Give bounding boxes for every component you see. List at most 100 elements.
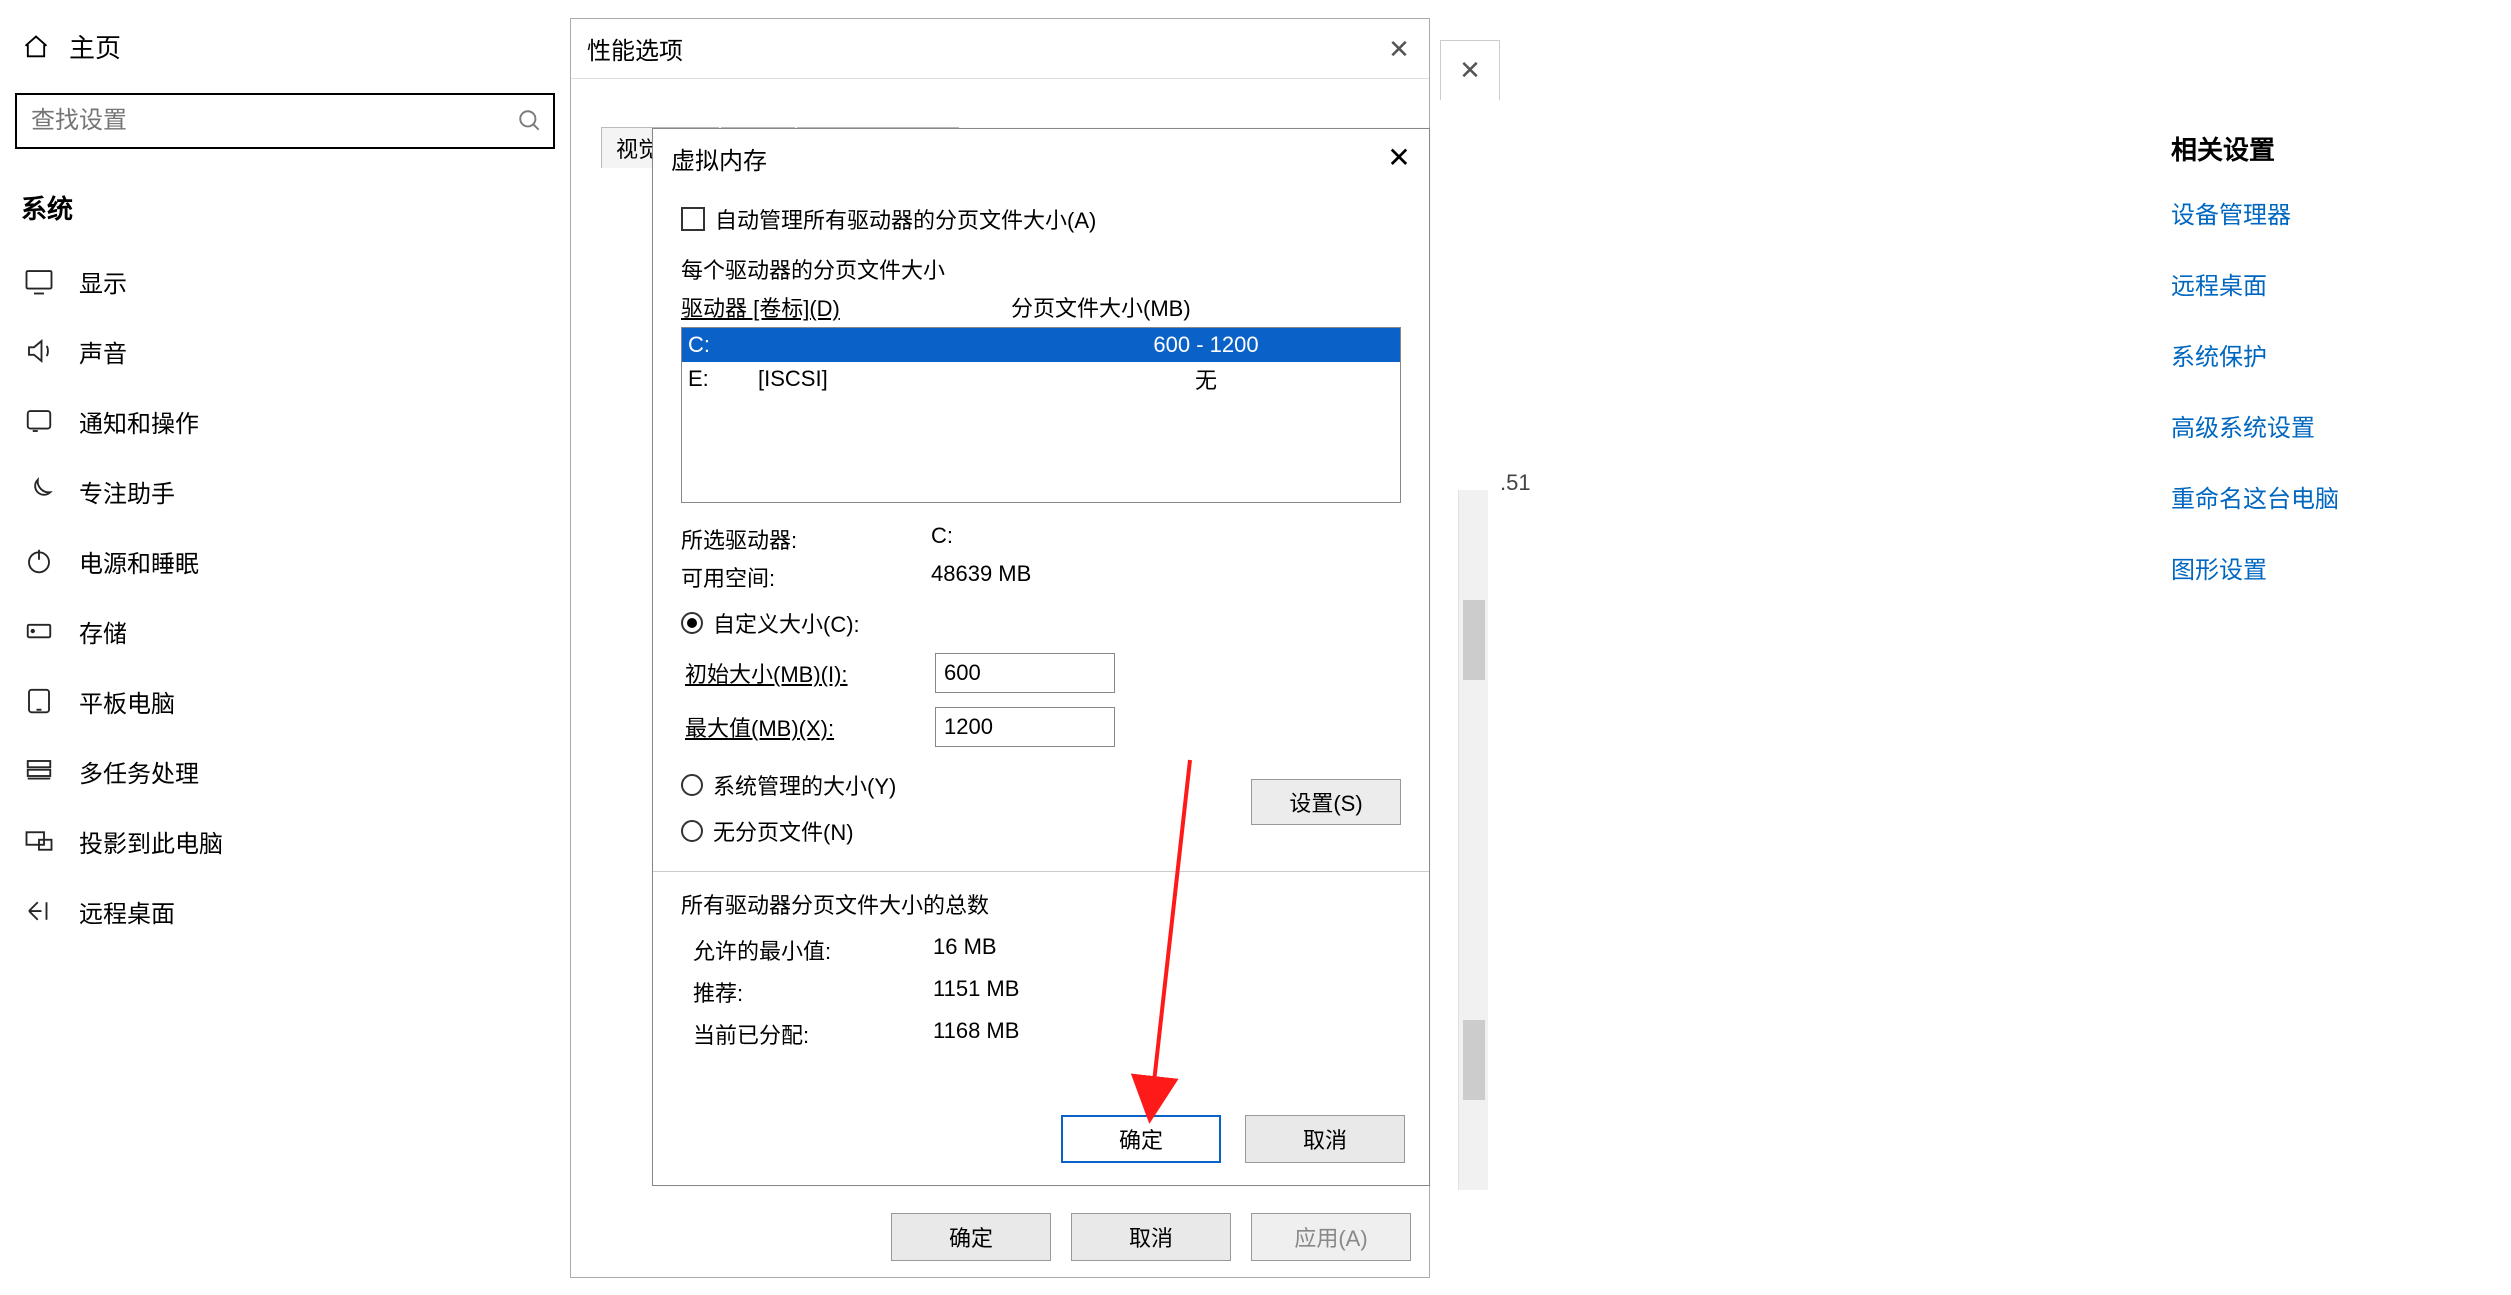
nav-label: 显示: [79, 264, 127, 299]
selected-drive-label: 所选驱动器:: [681, 523, 931, 555]
nav-storage[interactable]: 存储: [15, 596, 555, 666]
home-label: 主页: [69, 28, 121, 65]
drive-letter: C:: [688, 332, 758, 358]
virtual-memory-dialog: 虚拟内存 ✕ 自动管理所有驱动器的分页文件大小(A) 每个驱动器的分页文件大小 …: [652, 128, 1430, 1186]
display-icon: [21, 263, 57, 299]
link-system-protection[interactable]: 系统保护: [2171, 337, 2451, 372]
tablet-icon: [21, 683, 57, 719]
max-size-label: 最大值(MB)(X):: [685, 711, 923, 743]
selected-drive-block: 所选驱动器:C: 可用空间:48639 MB: [681, 523, 1401, 593]
nav-label: 声音: [79, 334, 127, 369]
home-nav[interactable]: 主页: [15, 20, 555, 83]
sound-icon: [21, 333, 57, 369]
scrollbar-stub[interactable]: [1458, 490, 1488, 1190]
radio-icon[interactable]: [681, 820, 703, 842]
radio-icon[interactable]: [681, 612, 703, 634]
nav-label: 多任务处理: [79, 754, 199, 789]
initial-size-label: 初始大小(MB)(I):: [685, 657, 923, 689]
drive-list[interactable]: C: 600 - 1200 E: [ISCSI] 无: [681, 327, 1401, 503]
perf-button-row: 确定 取消 应用(A): [891, 1213, 1411, 1261]
system-managed-radio[interactable]: 系统管理的大小(Y): [681, 769, 896, 801]
cur-label: 当前已分配:: [693, 1018, 933, 1050]
no-paging-radio[interactable]: 无分页文件(N): [681, 815, 896, 847]
drive-row-e[interactable]: E: [ISCSI] 无: [682, 362, 1400, 396]
project-icon: [21, 823, 57, 859]
no-paging-label: 无分页文件(N): [713, 815, 854, 847]
nav-label: 投影到此电脑: [79, 824, 223, 859]
custom-size-radio[interactable]: 自定义大小(C):: [681, 607, 1401, 639]
initial-size-input[interactable]: [935, 653, 1115, 693]
drive-row-c[interactable]: C: 600 - 1200: [682, 328, 1400, 362]
drive-letter: E:: [688, 366, 758, 392]
radio-icon[interactable]: [681, 774, 703, 796]
perf-cancel-button[interactable]: 取消: [1071, 1213, 1231, 1261]
nav-display[interactable]: 显示: [15, 246, 555, 316]
drive-list-header: 驱动器 [卷标](D) 分页文件大小(MB): [681, 291, 1401, 323]
link-remote-desktop[interactable]: 远程桌面: [2171, 266, 2451, 301]
link-advanced-system[interactable]: 高级系统设置: [2171, 408, 2451, 443]
system-window-close[interactable]: ✕: [1440, 40, 1500, 100]
home-icon: [21, 32, 51, 62]
vm-title-text: 虚拟内存: [671, 141, 767, 176]
totals-block: 所有驱动器分页文件大小的总数 允许的最小值:16 MB 推荐:1151 MB 当…: [681, 872, 1401, 1050]
storage-icon: [21, 613, 57, 649]
scroll-thumb[interactable]: [1463, 600, 1485, 680]
nav-list: 显示 声音 通知和操作 专注助手 电源和睡眠 存储 平板电脑 多任务处理: [15, 246, 555, 946]
perf-titlebar[interactable]: 性能选项 ✕: [571, 19, 1429, 79]
nav-multitask[interactable]: 多任务处理: [15, 736, 555, 806]
nav-label: 电源和睡眠: [79, 544, 199, 579]
link-rename-pc[interactable]: 重命名这台电脑: [2171, 479, 2451, 514]
close-icon[interactable]: ✕: [1379, 29, 1419, 69]
settings-sidebar: 主页 系统 显示 声音 通知和操作 专注助手 电源和睡眠 存储: [0, 0, 570, 1295]
perf-title-text: 性能选项: [587, 31, 683, 66]
nav-sound[interactable]: 声音: [15, 316, 555, 386]
nav-label: 专注助手: [79, 474, 175, 509]
nav-tablet[interactable]: 平板电脑: [15, 666, 555, 736]
link-device-manager[interactable]: 设备管理器: [2171, 195, 2451, 230]
notification-icon: [21, 403, 57, 439]
vm-ok-button[interactable]: 确定: [1061, 1115, 1221, 1163]
search-wrap: [15, 93, 555, 149]
drive-size: 无: [1018, 363, 1394, 395]
max-size-input[interactable]: [935, 707, 1115, 747]
rec-value: 1151 MB: [933, 976, 1019, 1008]
drive-volume: [ISCSI]: [758, 366, 1018, 392]
auto-manage-checkbox-row[interactable]: 自动管理所有驱动器的分页文件大小(A): [681, 199, 1401, 247]
nav-label: 平板电脑: [79, 684, 175, 719]
totals-heading: 所有驱动器分页文件大小的总数: [681, 888, 1401, 920]
nav-project[interactable]: 投影到此电脑: [15, 806, 555, 876]
scroll-thumb[interactable]: [1463, 1020, 1485, 1100]
perf-apply-button[interactable]: 应用(A): [1251, 1213, 1411, 1261]
auto-manage-label: 自动管理所有驱动器的分页文件大小(A): [715, 203, 1096, 235]
col-size: 分页文件大小(MB): [1011, 291, 1401, 323]
related-settings: 相关设置 设备管理器 远程桌面 系统保护 高级系统设置 重命名这台电脑 图形设置: [2171, 130, 2451, 621]
perf-ok-button[interactable]: 确定: [891, 1213, 1051, 1261]
cur-value: 1168 MB: [933, 1018, 1019, 1050]
search-icon: [517, 108, 543, 134]
vm-button-row: 确定 取消: [1061, 1115, 1405, 1163]
nav-focus[interactable]: 专注助手: [15, 456, 555, 526]
vm-cancel-button[interactable]: 取消: [1245, 1115, 1405, 1163]
moon-icon: [21, 473, 57, 509]
each-drive-label: 每个驱动器的分页文件大小: [681, 253, 1401, 285]
section-title: 系统: [15, 179, 555, 246]
min-label: 允许的最小值:: [693, 934, 933, 966]
initial-size-row: 初始大小(MB)(I):: [685, 653, 1401, 693]
related-heading: 相关设置: [2171, 130, 2451, 167]
search-input[interactable]: [15, 93, 555, 149]
nav-remote[interactable]: 远程桌面: [15, 876, 555, 946]
custom-size-label: 自定义大小(C):: [713, 607, 860, 639]
link-graphics-settings[interactable]: 图形设置: [2171, 550, 2451, 585]
set-button[interactable]: 设置(S): [1251, 779, 1401, 825]
checkbox-icon[interactable]: [681, 207, 705, 231]
vm-titlebar[interactable]: 虚拟内存 ✕: [653, 129, 1429, 187]
nav-notifications[interactable]: 通知和操作: [15, 386, 555, 456]
free-space-value: 48639 MB: [931, 561, 1031, 593]
col-drive: 驱动器 [卷标](D): [681, 291, 1011, 323]
rec-label: 推荐:: [693, 976, 933, 1008]
ip-fragment: .51: [1500, 470, 1531, 496]
multitask-icon: [21, 753, 57, 789]
nav-label: 远程桌面: [79, 894, 175, 929]
close-icon[interactable]: ✕: [1379, 137, 1419, 177]
nav-power[interactable]: 电源和睡眠: [15, 526, 555, 596]
